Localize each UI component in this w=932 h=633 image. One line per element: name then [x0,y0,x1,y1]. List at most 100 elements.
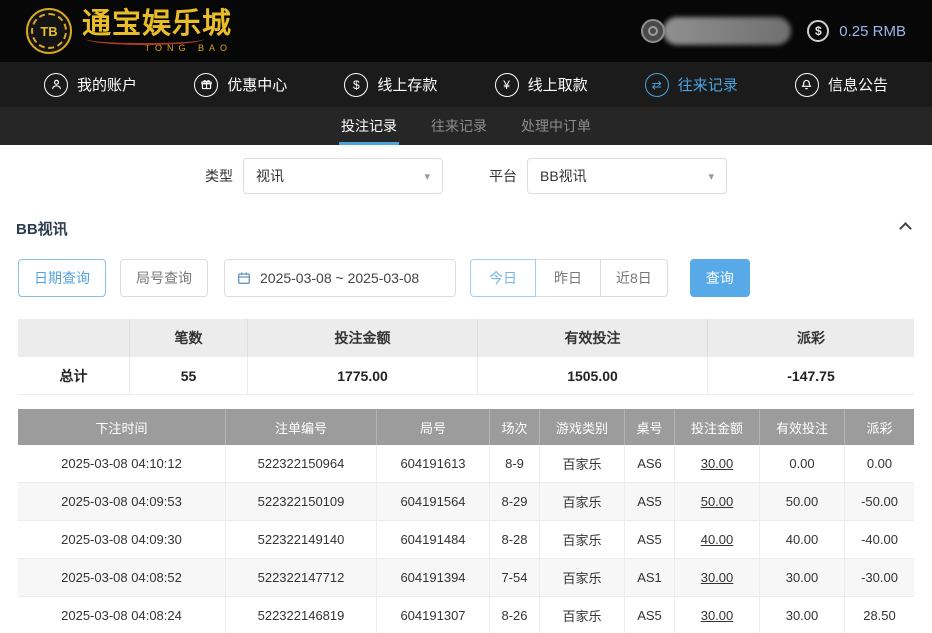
bet-amount-link[interactable]: 30.00 [675,597,760,633]
bet-amount-link[interactable]: 40.00 [675,521,760,559]
payout-cell: -30.00 [845,559,914,597]
account-balance-area: $ 0.25 RMB [641,17,906,45]
last-8-days-button[interactable]: 近8日 [600,259,668,297]
platform-label: 平台 [489,166,517,186]
site-logo[interactable]: TB 通宝娱乐城 TONG BAO [26,8,232,54]
subtab-label: 往来记录 [431,116,487,136]
withdraw-coin-icon: ¥ [495,73,519,97]
game-type-cell: 百家乐 [540,597,625,633]
nav-item-deposit[interactable]: $ 线上存款 [344,73,437,97]
summary-total-label: 总计 [18,357,130,395]
collapse-chevron-icon[interactable] [899,222,912,235]
nav-label: 线上存款 [377,74,437,95]
summary-header-cell: 有效投注 [478,319,708,357]
section-header: BB视讯 [16,218,916,239]
table-no-cell: AS5 [625,521,675,559]
topbar: TB 通宝娱乐城 TONG BAO $ 0.25 RMB [0,0,932,62]
game-type-cell: 百家乐 [540,445,625,483]
subtab-label: 处理中订单 [521,116,591,136]
summary-header-cell: 派彩 [708,319,914,357]
table-header-cell: 下注时间 [18,409,226,445]
summary-header-cell: 笔数 [130,319,248,357]
summary-bet-amount: 1775.00 [248,357,478,395]
tab-bet-records[interactable]: 投注记录 [341,107,397,145]
casino-chip-icon: TB [26,8,72,54]
bet-amount-link[interactable]: 50.00 [675,483,760,521]
gift-icon [194,73,218,97]
dollar-icon: $ [807,20,829,42]
nav-item-announcements[interactable]: 信息公告 [795,73,888,97]
table-no-cell: AS1 [625,559,675,597]
yesterday-button[interactable]: 昨日 [535,259,601,297]
table-header-cell: 派彩 [845,409,914,445]
table-row: 2025-03-08 04:08:24 522322146819 6041913… [18,597,914,633]
session-cell: 8-29 [490,483,540,521]
search-button[interactable]: 查询 [690,259,750,297]
table-header-cell: 有效投注 [760,409,845,445]
table-row: 2025-03-08 04:10:12 522322150964 6041916… [18,445,914,483]
round-id-cell: 604191613 [377,445,490,483]
round-query-button[interactable]: 局号查询 [120,259,208,297]
table-row: 2025-03-08 04:09:53 522322150109 6041915… [18,483,914,521]
tab-pending-orders[interactable]: 处理中订单 [521,107,591,145]
type-select[interactable]: 视讯 ▾ [243,158,443,194]
summary-header-cell: 投注金额 [248,319,478,357]
order-id-cell: 522322150964 [226,445,377,483]
nav-item-promotions[interactable]: 优惠中心 [194,73,287,97]
nav-item-my-account[interactable]: 我的账户 [44,73,137,97]
platform-select[interactable]: BB视讯 ▾ [527,158,727,194]
nav-item-transaction-records[interactable]: ⇄ 往来记录 [645,73,738,97]
nav-label: 我的账户 [77,74,137,95]
payout-cell: -50.00 [845,483,914,521]
user-icon [44,73,68,97]
bet-amount-link[interactable]: 30.00 [675,559,760,597]
date-range-input[interactable]: 2025-03-08 ~ 2025-03-08 [224,259,456,297]
nav-label: 优惠中心 [227,74,287,95]
bell-icon [795,73,819,97]
game-type-cell: 百家乐 [540,559,625,597]
today-button[interactable]: 今日 [470,259,536,297]
table-header-cell: 桌号 [625,409,675,445]
table-header-cell: 场次 [490,409,540,445]
account-coin-icon [641,19,665,43]
deposit-coin-icon: $ [344,73,368,97]
nav-label: 线上取款 [528,74,588,95]
date-range-value: 2025-03-08 ~ 2025-03-08 [260,270,419,286]
chevron-down-icon: ▾ [424,170,430,183]
table-body: 2025-03-08 04:10:12 522322150964 6041916… [18,445,914,633]
bet-time-cell: 2025-03-08 04:08:24 [18,597,226,633]
table-header-cell: 局号 [377,409,490,445]
table-row: 2025-03-08 04:09:30 522322149140 6041914… [18,521,914,559]
bet-time-cell: 2025-03-08 04:08:52 [18,559,226,597]
nav-label: 往来记录 [678,74,738,95]
section-title: BB视讯 [16,218,68,239]
transfer-records-icon: ⇄ [645,73,669,97]
session-cell: 8-26 [490,597,540,633]
order-id-cell: 522322146819 [226,597,377,633]
table-no-cell: AS5 [625,483,675,521]
valid-bet-cell: 40.00 [760,521,845,559]
table-header-cell: 注单编号 [226,409,377,445]
round-id-cell: 604191484 [377,521,490,559]
session-cell: 7-54 [490,559,540,597]
tab-transaction-records[interactable]: 往来记录 [431,107,487,145]
table-header-cell: 游戏类别 [540,409,625,445]
order-id-cell: 522322149140 [226,521,377,559]
bet-records-table: 下注时间 注单编号 局号 场次 游戏类别 桌号 投注金额 有效投注 派彩 202… [18,409,914,633]
date-query-button[interactable]: 日期查询 [18,259,106,297]
order-id-cell: 522322147712 [226,559,377,597]
main-navbar: 我的账户 优惠中心 $ 线上存款 ¥ 线上取款 ⇄ 往来记录 信息公告 [0,62,932,107]
session-cell: 8-9 [490,445,540,483]
logo-text: 通宝娱乐城 TONG BAO [82,9,232,52]
summary-valid-bet: 1505.00 [478,357,708,395]
nav-item-withdraw[interactable]: ¥ 线上取款 [495,73,588,97]
records-subnav: 投注记录 往来记录 处理中订单 [0,107,932,145]
round-id-cell: 604191394 [377,559,490,597]
redacted-username [663,17,791,45]
calendar-icon [236,270,252,286]
valid-bet-cell: 30.00 [760,597,845,633]
bet-amount-link[interactable]: 30.00 [675,445,760,483]
valid-bet-cell: 0.00 [760,445,845,483]
valid-bet-cell: 50.00 [760,483,845,521]
summary-header-row: 笔数 投注金额 有效投注 派彩 [18,319,914,357]
